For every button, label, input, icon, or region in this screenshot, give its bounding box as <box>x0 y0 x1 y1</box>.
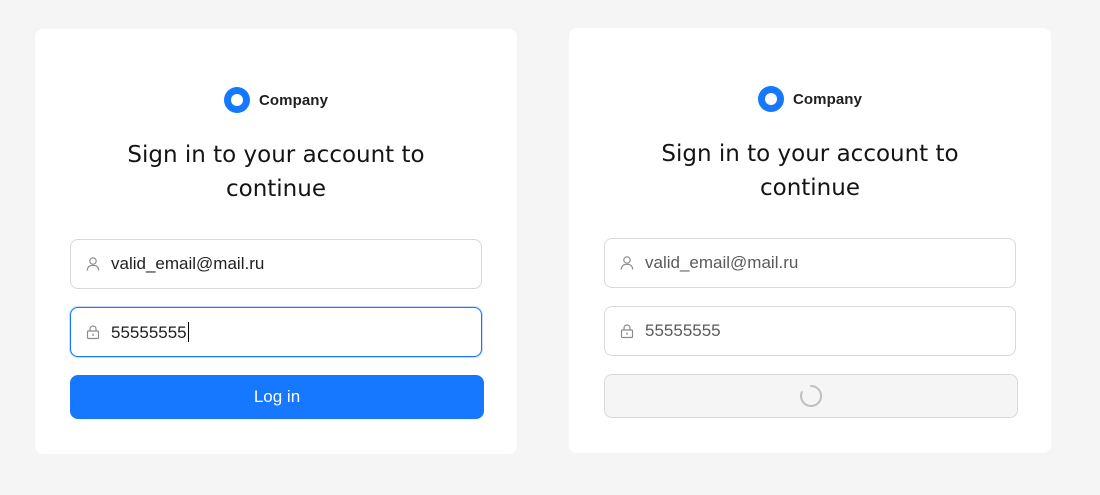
login-button[interactable]: Log in <box>70 375 484 419</box>
loading-spinner-icon <box>798 383 824 409</box>
brand: Company <box>35 86 517 114</box>
login-card-loading: Company Sign in to your account to conti… <box>569 28 1051 453</box>
page-title: Sign in to your account to continue <box>661 141 959 201</box>
login-card-active: Company Sign in to your account to conti… <box>35 29 517 454</box>
company-logo-icon <box>757 86 784 112</box>
email-value: valid_email@mail.ru <box>111 254 265 273</box>
brand: Company <box>569 85 1051 113</box>
email-field[interactable]: valid_email@mail.ru <box>70 239 482 289</box>
password-field[interactable]: 55555555 <box>70 307 482 357</box>
lock-icon <box>85 324 101 340</box>
password-field[interactable]: 55555555 <box>604 306 1016 356</box>
user-icon <box>85 256 101 272</box>
text-caret <box>187 321 189 342</box>
email-field[interactable]: valid_email@mail.ru <box>604 238 1016 288</box>
brand-name: Company <box>792 90 863 108</box>
page-title: Sign in to your account to continue <box>127 142 425 202</box>
password-value: 55555555 <box>111 321 189 342</box>
email-value: valid_email@mail.ru <box>645 253 799 272</box>
user-icon <box>619 255 635 271</box>
company-logo-icon <box>223 87 250 113</box>
login-button-loading[interactable] <box>604 374 1018 418</box>
lock-icon <box>619 323 635 339</box>
password-value: 55555555 <box>645 321 721 340</box>
brand-name: Company <box>258 91 329 109</box>
